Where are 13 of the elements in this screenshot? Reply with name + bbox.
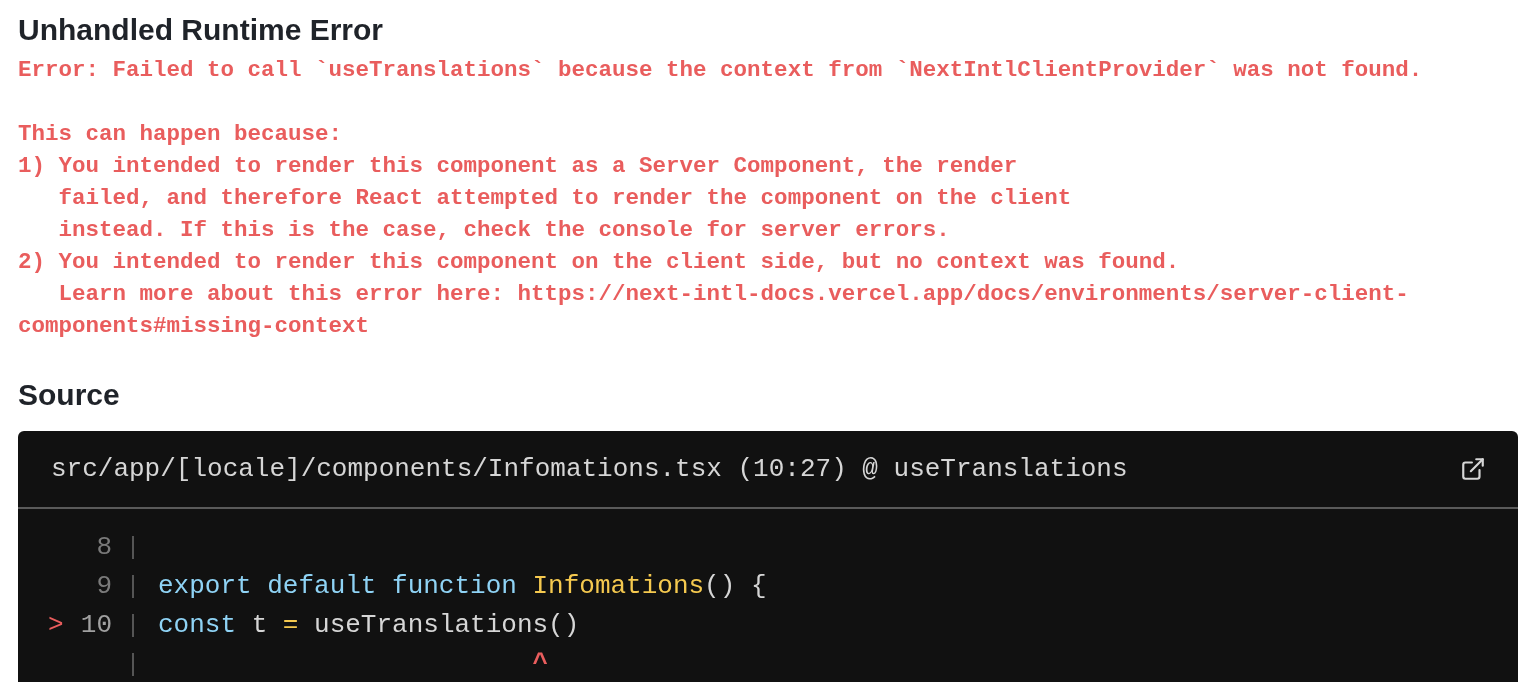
error-title: Unhandled Runtime Error <box>18 12 384 48</box>
line-number: 8 <box>95 531 112 564</box>
error-line-marker: > <box>48 610 64 640</box>
error-message: Error: Failed to call `useTranslations` because the context from `NextIntlClientProvider` was not found. <box>18 56 1423 85</box>
error-caret: ^ <box>531 648 549 681</box>
code-line: export default function Infomations() { <box>158 570 767 603</box>
code-line: const t = useTranslations() <box>158 609 580 642</box>
line-number: 9 <box>95 570 112 603</box>
error-message: This can happen because: 1) You intended to render this component as a Server Component, the render failed, and therefore React attempted to render the component on the client instead. If this is the case, check the console for server errors. 2) You intended to render this component on the client side, but no context was found. Learn more about this error here: https://next-intl-docs.vercel.app/docs/environments/server-client- components#missing-context <box>18 120 1409 341</box>
source-heading: Source <box>18 377 120 413</box>
line-number: 10 <box>79 609 112 642</box>
file-path: src/app/[locale]/components/Infomations.tsx (10:27) @ useTranslations <box>51 452 1128 486</box>
external-link-icon[interactable] <box>1460 456 1486 482</box>
